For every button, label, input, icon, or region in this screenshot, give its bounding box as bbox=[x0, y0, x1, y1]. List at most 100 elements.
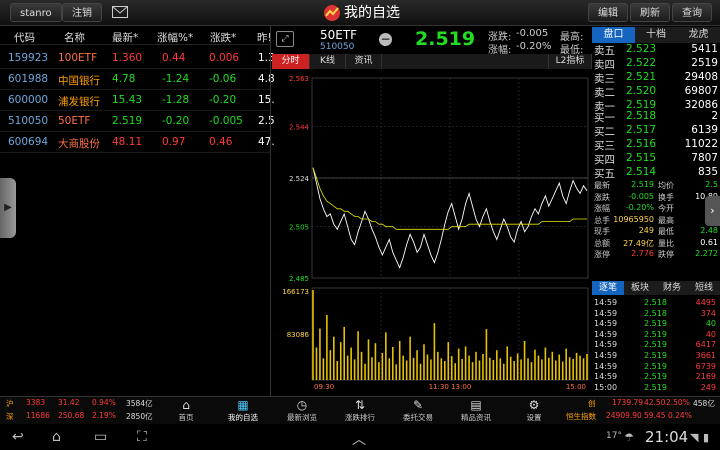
trade-price: 2.519 bbox=[644, 351, 667, 360]
buys-level[interactable]: 买二 2.517 6139 bbox=[592, 124, 720, 138]
col-pct[interactable]: 涨幅%* bbox=[157, 30, 193, 45]
search-button[interactable]: 查询 bbox=[672, 3, 712, 22]
recents-icon[interactable]: ▭ bbox=[94, 429, 107, 445]
nav-ranking[interactable]: ⇅ 涨跌排行 bbox=[330, 397, 390, 424]
expand-left-icon[interactable]: ▶ bbox=[0, 178, 16, 238]
mail-icon[interactable] bbox=[112, 6, 128, 18]
stat-l2: 最高 bbox=[658, 215, 674, 225]
trade-vol: 4495 bbox=[695, 298, 716, 307]
cell-chg: -0.06 bbox=[209, 73, 237, 85]
stat-row: 涨跌-0.005换手10.80 bbox=[592, 192, 720, 204]
trade-price: 2.519 bbox=[644, 382, 667, 392]
cell-code: 159923 bbox=[8, 52, 49, 64]
stat-v1: 2.519 bbox=[631, 180, 654, 189]
sells-level[interactable]: 卖四 2.522 2519 bbox=[592, 57, 720, 71]
stat-l2: 均价 bbox=[658, 181, 674, 190]
nav-home[interactable]: ⌂ 首页 bbox=[156, 397, 216, 424]
buys-level[interactable]: 买三 2.516 11022 bbox=[592, 138, 720, 152]
volume-tick-label: 83086 bbox=[287, 331, 310, 339]
battery-icon: ▮ bbox=[703, 431, 710, 444]
stat-v2: 0.61 bbox=[700, 237, 718, 247]
expand-right-icon[interactable]: › bbox=[705, 196, 720, 226]
stat-v1: 2.776 bbox=[631, 249, 654, 258]
buys-level[interactable]: 买四 2.515 7807 bbox=[592, 152, 720, 166]
table-row[interactable]: 601988 中国银行 4.78 -1.24 -0.06 4.8 bbox=[0, 69, 275, 90]
stat-l1: 总手 bbox=[594, 215, 610, 225]
remove-stock-button[interactable]: − bbox=[379, 33, 392, 46]
sells-level[interactable]: 卖三 2.521 29408 bbox=[592, 71, 720, 85]
buys-price: 2.516 bbox=[626, 138, 657, 150]
table-row[interactable]: 510050 50ETF 2.519 -0.20 -0.005 2.5 bbox=[0, 111, 275, 132]
y-tick-label: 2.505 bbox=[289, 224, 309, 232]
buys-level[interactable]: 买五 2.514 835 bbox=[592, 166, 720, 180]
tab-shortline[interactable]: 短线 bbox=[688, 281, 720, 295]
intraday-chart[interactable]: 2.563 2.544 2.524 2.505 2.485 166173 83086 09:3… bbox=[272, 70, 590, 395]
nav-watchlist[interactable]: ▦ 我的自选 bbox=[213, 397, 273, 424]
tab-orderbook[interactable]: 盘口 bbox=[592, 27, 635, 43]
fullscreen-icon[interactable]: ⤢ bbox=[276, 31, 294, 47]
col-latest[interactable]: 最新* bbox=[112, 30, 138, 45]
user-button[interactable]: stanro bbox=[10, 3, 62, 22]
col-change[interactable]: 涨跌* bbox=[210, 30, 236, 45]
cell-pct: -0.20 bbox=[162, 115, 190, 127]
tab-news[interactable]: 资讯 bbox=[346, 54, 382, 69]
table-row[interactable]: 600000 浦发银行 15.43 -1.28 -0.20 15. bbox=[0, 90, 275, 111]
trade-time: 14:59 bbox=[594, 329, 618, 339]
sells-price: 2.522 bbox=[626, 57, 657, 69]
sells-label: 卖五 bbox=[594, 45, 615, 57]
trade-vol: 40 bbox=[705, 319, 716, 329]
trade-time: 14:59 bbox=[594, 319, 618, 329]
volume-tick-label: 166173 bbox=[282, 288, 309, 296]
table-row[interactable]: 159923 100ETF 1.360 0.44 0.006 1.3 bbox=[0, 48, 275, 69]
cell-latest: 4.78 bbox=[112, 73, 136, 85]
cell-name: 大商股份 bbox=[58, 138, 100, 150]
stat-l1: 涨幅 bbox=[594, 204, 610, 213]
tab-finance[interactable]: 财务 bbox=[656, 281, 688, 295]
trade-price: 2.518 bbox=[644, 298, 667, 307]
tab-ten-levels[interactable]: 十档 bbox=[635, 27, 677, 43]
screenshot-icon[interactable]: ⛶ bbox=[137, 429, 147, 445]
logout-button[interactable]: 注销 bbox=[62, 3, 102, 22]
back-icon[interactable]: ↩ bbox=[12, 429, 24, 445]
tab-l2-indicator[interactable]: L2指标 bbox=[548, 54, 592, 69]
clock: 21:04 bbox=[645, 428, 689, 446]
sells-label: 卖三 bbox=[594, 73, 615, 85]
cell-pct: 0.44 bbox=[162, 52, 186, 64]
table-row[interactable]: 600694 大商股份 48.11 0.97 0.46 47. bbox=[0, 132, 275, 153]
cell-pct: -1.28 bbox=[162, 94, 190, 106]
x-tick-label: 09:30 bbox=[314, 383, 334, 391]
col-name[interactable]: 名称 bbox=[64, 30, 85, 45]
col-code[interactable]: 代码 bbox=[14, 30, 35, 45]
sells-level[interactable]: 卖五 2.523 5411 bbox=[592, 43, 720, 57]
ranking-icon: ⇅ bbox=[354, 398, 366, 412]
nav-recent[interactable]: ◷ 最新浏览 bbox=[272, 397, 332, 424]
stat-l2: 今开 bbox=[658, 204, 674, 213]
chevron-up-icon[interactable]: ︿ bbox=[352, 429, 366, 449]
edit-button[interactable]: 编辑 bbox=[588, 3, 628, 22]
nav-trade[interactable]: ✎ 委托交易 bbox=[388, 397, 448, 424]
tab-dragon-tiger[interactable]: 龙虎 bbox=[677, 27, 720, 43]
divider bbox=[270, 26, 271, 396]
trade-vol: 6417 bbox=[695, 340, 716, 350]
stock-name: 50ETF bbox=[320, 28, 358, 42]
sells-level[interactable]: 卖二 2.520 69807 bbox=[592, 85, 720, 99]
nav-news[interactable]: ▤ 精品资讯 bbox=[446, 397, 506, 424]
cell-code: 600000 bbox=[8, 94, 49, 106]
tab-sector[interactable]: 板块 bbox=[624, 281, 656, 295]
sells-price: 2.523 bbox=[626, 43, 657, 55]
watchlist-header: 代码 名称 最新* 涨幅%* 涨跌* 昨! bbox=[0, 27, 272, 45]
tab-kline[interactable]: K线 bbox=[310, 54, 346, 69]
nav-settings[interactable]: ⚙ 设置 bbox=[504, 397, 564, 424]
home-sys-icon[interactable]: ⌂ bbox=[52, 429, 61, 445]
trade-vol: 374 bbox=[700, 308, 716, 318]
refresh-button[interactable]: 刷新 bbox=[630, 3, 670, 22]
news-icon: ▤ bbox=[470, 398, 482, 412]
wifi-icon: ◥ bbox=[690, 431, 699, 444]
cell-code: 510050 bbox=[8, 115, 49, 127]
trade-price: 2.519 bbox=[644, 319, 667, 329]
trade-row: 15:00 2.519 249 bbox=[592, 383, 720, 396]
tab-tick[interactable]: 逐笔 bbox=[592, 281, 624, 295]
trade-price: 2.519 bbox=[644, 329, 667, 339]
buys-level[interactable]: 买一 2.518 2 bbox=[592, 110, 720, 124]
tab-intraday[interactable]: 分时 bbox=[272, 54, 310, 69]
